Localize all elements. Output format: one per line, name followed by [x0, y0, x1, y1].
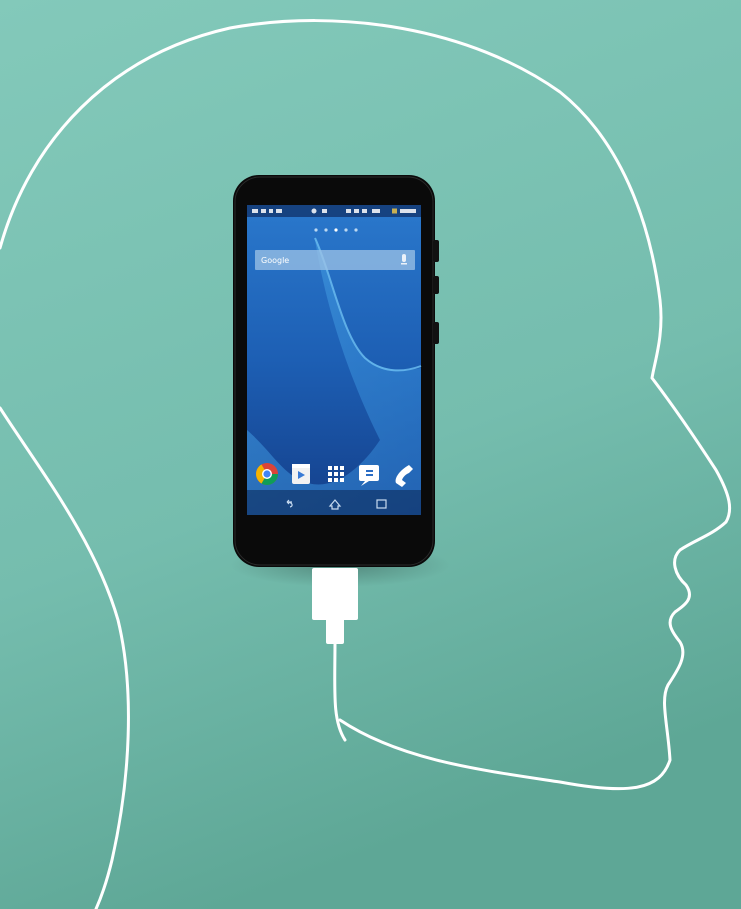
illustration: Google	[0, 0, 741, 909]
navigation-bar	[247, 490, 421, 515]
power-button	[433, 276, 439, 294]
head-phone-illustration: Google	[0, 0, 741, 909]
chrome-icon[interactable]	[256, 463, 278, 485]
search-bar-label: Google	[261, 256, 289, 265]
search-widget[interactable]: Google	[255, 250, 415, 270]
store-icon[interactable]	[292, 464, 310, 484]
app-drawer-icon[interactable]	[328, 466, 344, 482]
cable-connector	[312, 568, 358, 620]
cable-connector-neck	[326, 618, 344, 644]
camera-button	[433, 322, 439, 344]
volume-button	[433, 240, 439, 262]
